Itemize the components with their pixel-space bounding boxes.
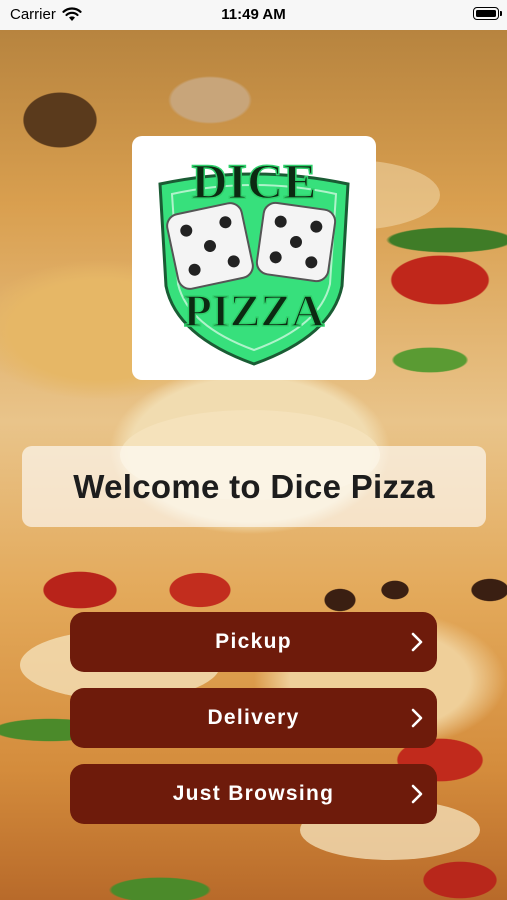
logo-word-top: DICE bbox=[191, 153, 316, 209]
pickup-button-label: Pickup bbox=[215, 630, 292, 653]
chevron-right-icon bbox=[411, 784, 423, 804]
delivery-button[interactable]: Delivery bbox=[70, 688, 437, 748]
pickup-button[interactable]: Pickup bbox=[70, 612, 437, 672]
welcome-banner: Welcome to Dice Pizza bbox=[22, 446, 486, 527]
chevron-right-icon bbox=[411, 632, 423, 652]
just-browsing-button-label: Just Browsing bbox=[172, 782, 335, 805]
logo-graphic: DICE PIZZA bbox=[158, 152, 350, 366]
chevron-right-icon bbox=[411, 708, 423, 728]
dice-pizza-logo: DICE PIZZA bbox=[132, 136, 376, 380]
clock: 11:49 AM bbox=[221, 6, 286, 23]
just-browsing-button[interactable]: Just Browsing bbox=[70, 764, 437, 824]
status-bar: Carrier 11:49 AM bbox=[0, 0, 507, 30]
app-screen: Carrier 11:49 AM DICE PIZZA Welcome to D… bbox=[0, 0, 507, 900]
battery-icon bbox=[473, 7, 502, 20]
welcome-text: Welcome to Dice Pizza bbox=[73, 467, 435, 505]
logo-word-bottom: PIZZA bbox=[184, 285, 325, 336]
delivery-button-label: Delivery bbox=[207, 706, 300, 729]
